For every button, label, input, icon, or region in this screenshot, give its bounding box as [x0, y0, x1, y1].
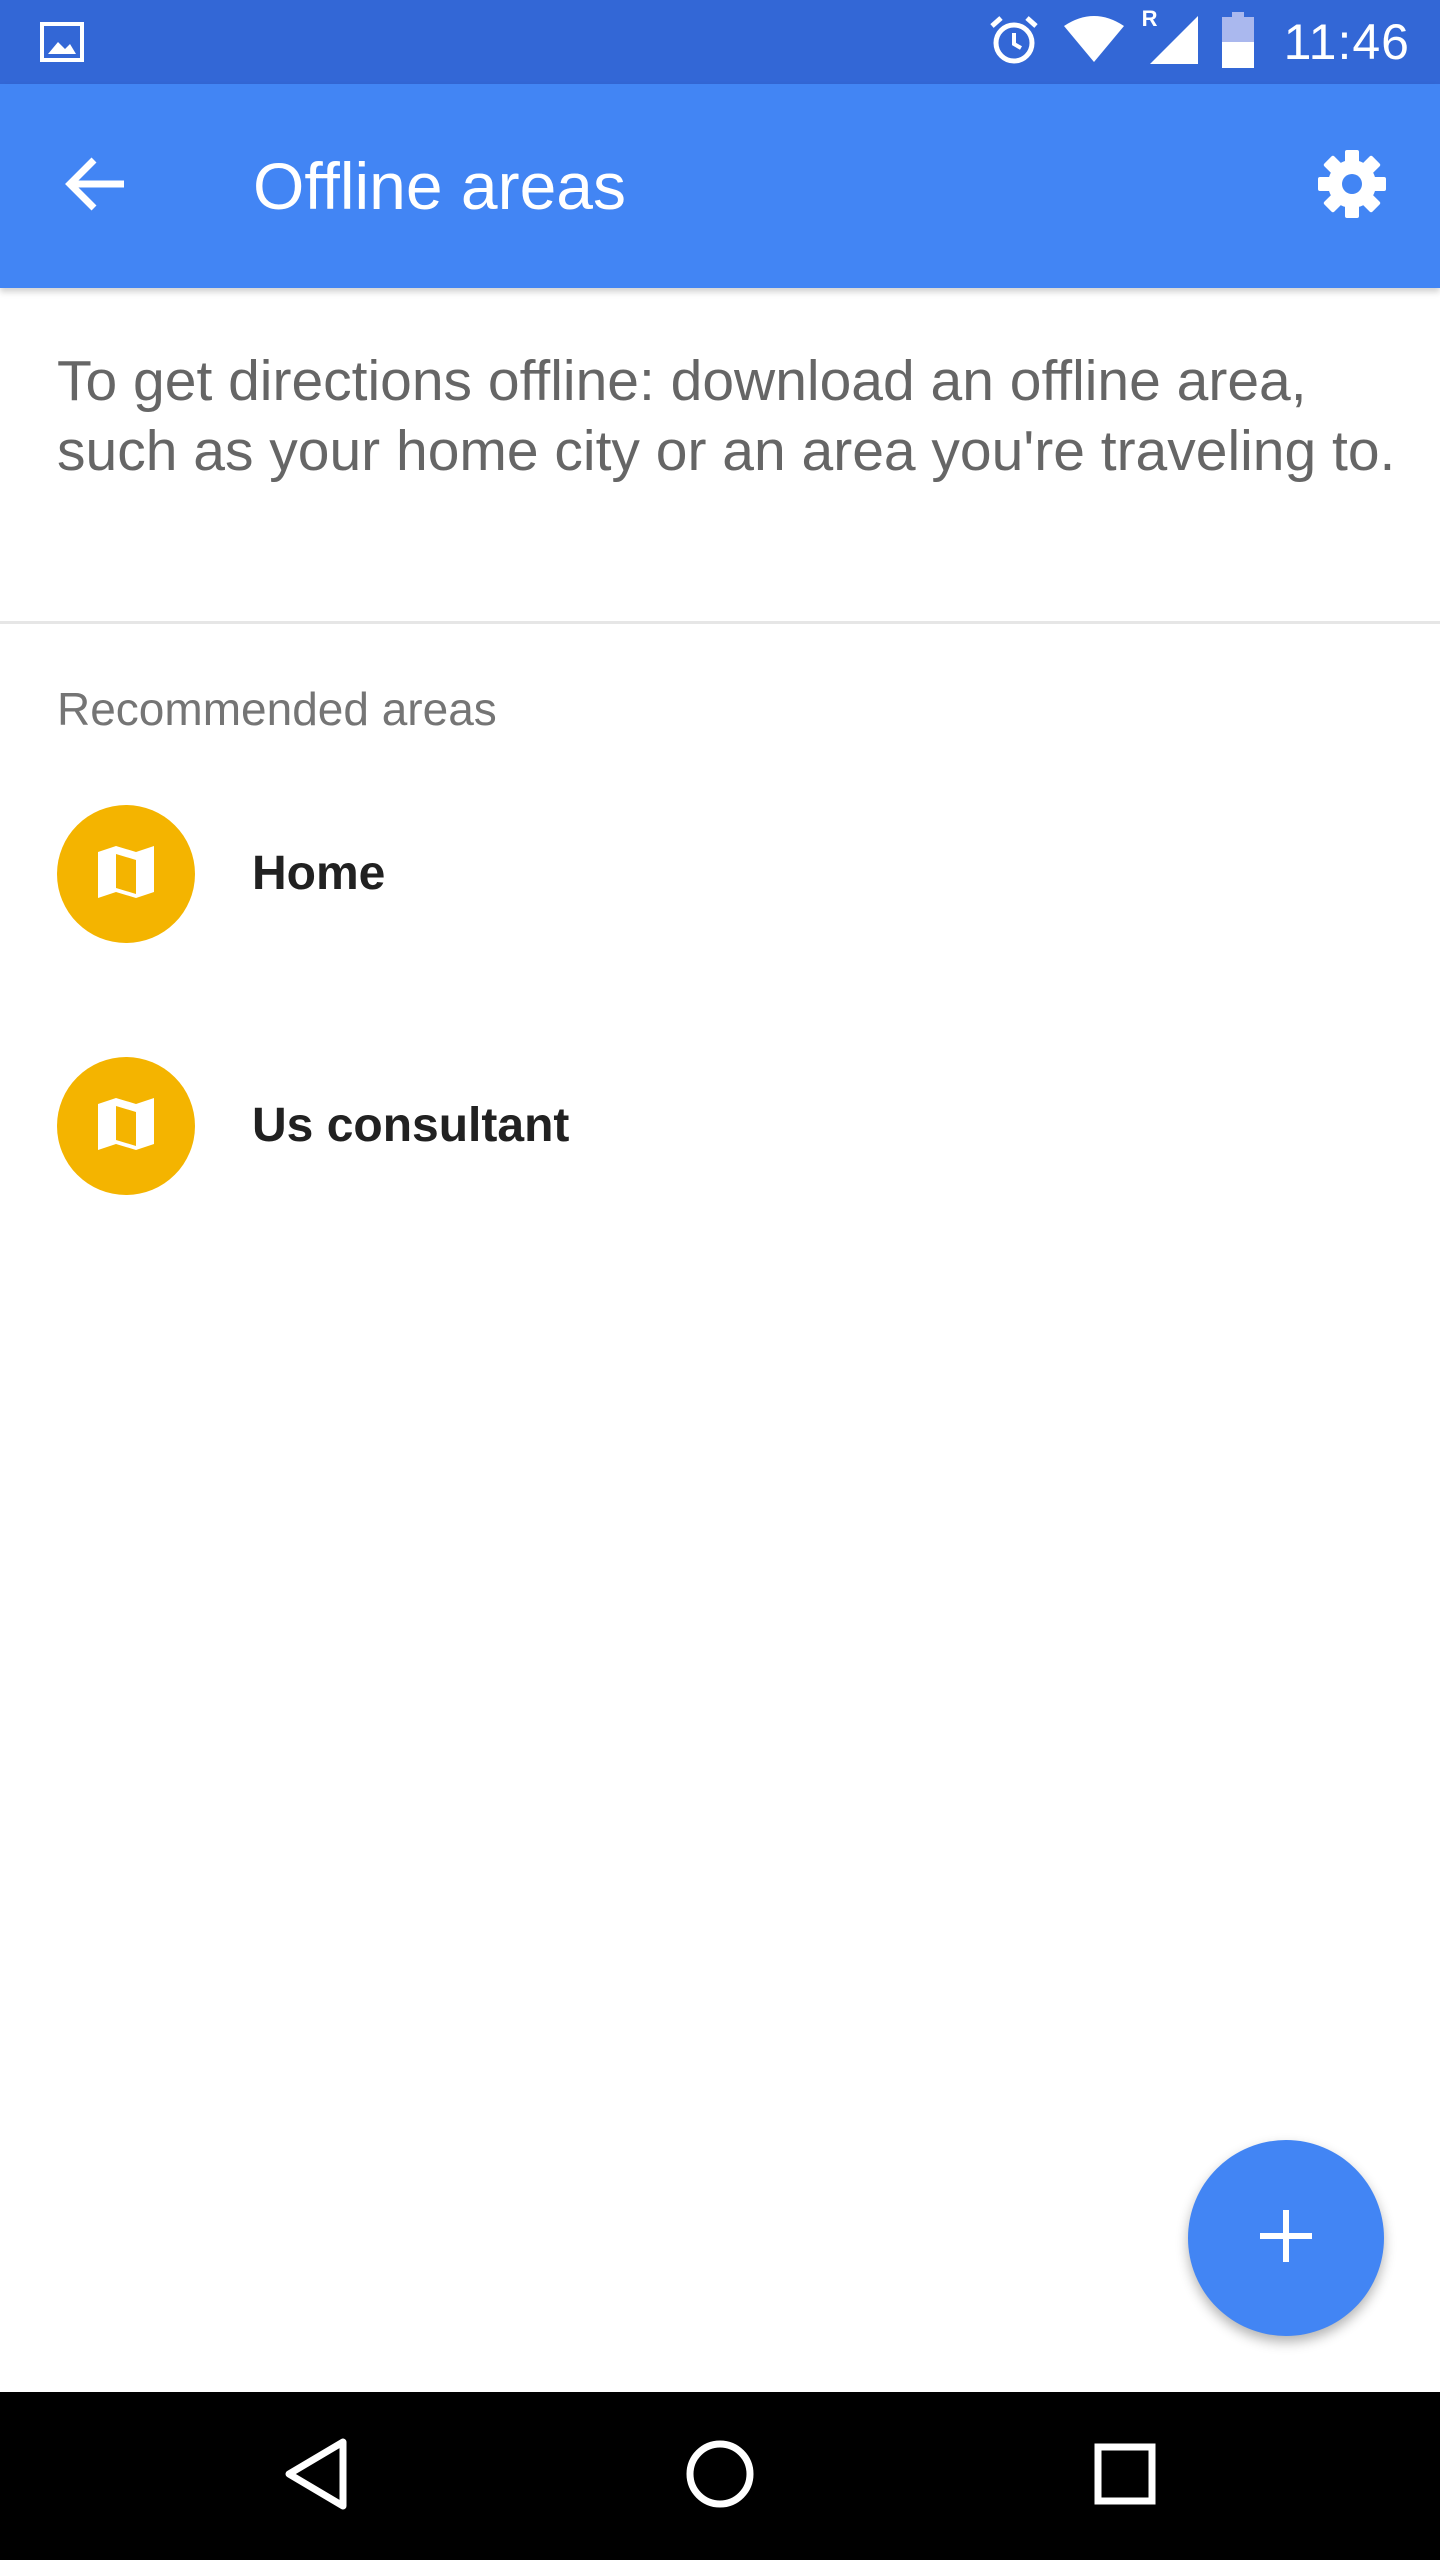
- arrow-back-icon: [64, 156, 128, 217]
- area-avatar: [57, 805, 195, 943]
- roaming-indicator: R: [1141, 5, 1158, 31]
- list-item-us-consultant[interactable]: Us consultant: [0, 1028, 1440, 1228]
- list-item-label: Home: [252, 847, 386, 900]
- alarm-icon: [988, 14, 1040, 71]
- map-icon: [96, 844, 156, 905]
- add-area-button[interactable]: [1188, 2140, 1384, 2336]
- nav-recents-button[interactable]: [1075, 2426, 1175, 2526]
- map-icon: [96, 1096, 156, 1157]
- settings-button[interactable]: [1304, 138, 1400, 234]
- status-bar: R 11:46: [0, 0, 1440, 84]
- system-nav-bar: [0, 2392, 1440, 2560]
- intro-text: To get directions offline: download an o…: [57, 349, 1396, 483]
- image-notification-icon: [40, 22, 84, 62]
- home-circle-icon: [684, 2438, 756, 2515]
- cell-signal-icon: R: [1142, 6, 1200, 71]
- intro-section: To get directions offline: download an o…: [0, 288, 1440, 624]
- nav-home-button[interactable]: [670, 2426, 770, 2526]
- section-label: Recommended areas: [57, 683, 497, 735]
- battery-icon: [1221, 11, 1254, 73]
- back-triangle-icon: [281, 2436, 351, 2517]
- list-item-label: Us consultant: [252, 1099, 570, 1152]
- plus-icon: [1258, 2208, 1314, 2269]
- recents-square-icon: [1093, 2442, 1157, 2511]
- wifi-icon: [1062, 15, 1126, 69]
- area-avatar: [57, 1057, 195, 1195]
- back-button[interactable]: [48, 138, 144, 234]
- nav-back-button[interactable]: [266, 2426, 366, 2526]
- gear-icon: [1316, 148, 1388, 225]
- status-time: 11:46: [1283, 14, 1410, 70]
- list-item-home[interactable]: Home: [0, 776, 1440, 976]
- app-bar: Offline areas: [0, 84, 1440, 288]
- page-title: Offline areas: [253, 149, 626, 223]
